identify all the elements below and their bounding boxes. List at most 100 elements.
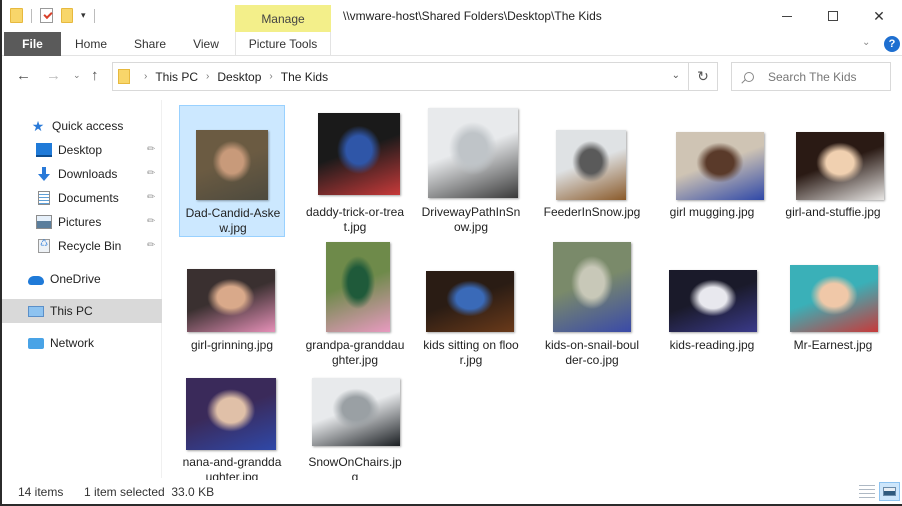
tab-file[interactable]: File <box>4 32 61 56</box>
breadcrumb-separator[interactable]: › <box>269 71 272 82</box>
close-icon: ✕ <box>873 7 885 24</box>
image-thumbnail <box>318 113 400 195</box>
folder-icon[interactable] <box>61 8 73 23</box>
file-item[interactable]: girl-grinning.jpg <box>179 240 285 372</box>
file-item[interactable]: grandpa-granddaughter.jpg <box>302 240 408 372</box>
forward-button[interactable]: → <box>46 67 61 84</box>
close-button[interactable]: ✕ <box>856 0 902 32</box>
sidebar-item-network[interactable]: Network <box>2 331 162 355</box>
tab-home[interactable]: Home <box>68 32 114 56</box>
file-name: Dad-Candid-Askew.jpg <box>185 206 281 235</box>
sidebar-item-this-pc[interactable]: This PC <box>2 299 162 323</box>
tab-picture-tools[interactable]: Picture Tools <box>235 32 331 56</box>
sidebar-item-label: Downloads <box>58 167 118 181</box>
customize-dropdown-icon[interactable]: ▾ <box>81 11 86 20</box>
file-name: girl-and-stuffie.jpg <box>785 205 881 219</box>
star-icon: ★ <box>31 118 45 134</box>
ribbon-tabs: File Home Share View Picture Tools ⌄ ? <box>2 32 902 56</box>
sidebar-item-label: Pictures <box>58 215 102 229</box>
sidebar-item-desktop[interactable]: Desktop ✏ <box>2 138 162 162</box>
breadcrumb-separator[interactable]: › <box>206 71 209 82</box>
breadcrumb-this-pc[interactable]: This PC <box>155 70 198 84</box>
network-icon <box>28 337 44 349</box>
sidebar-item-onedrive[interactable]: OneDrive <box>2 267 162 291</box>
file-item[interactable]: Mr-Earnest.jpg <box>780 240 886 372</box>
image-thumbnail <box>187 269 275 332</box>
file-item[interactable]: Dad-Candid-Askew.jpg <box>179 105 285 237</box>
file-name: daddy-trick-or-treat.jpg <box>305 205 405 234</box>
file-item[interactable]: kids-reading.jpg <box>659 240 765 372</box>
file-item[interactable]: nana-and-granddaughter.jpg <box>179 375 285 493</box>
search-placeholder: Search The Kids <box>768 69 857 84</box>
chevron-down-icon[interactable]: ⌄ <box>862 37 870 48</box>
sidebar-item-label: Network <box>50 336 95 350</box>
file-item[interactable]: daddy-trick-or-treat.jpg <box>302 105 408 237</box>
file-item[interactable]: DrivewayPathInSnow.jpg <box>418 105 524 237</box>
new-folder-icon[interactable] <box>10 8 23 23</box>
image-thumbnail <box>326 242 390 332</box>
navigation-pane: ★ Quick access Desktop ✏ Downloads ✏ Doc… <box>2 100 162 478</box>
sidebar-item-label: This PC <box>50 304 93 318</box>
computer-icon <box>28 305 44 317</box>
file-item[interactable]: kids-on-snail-boulder-co.jpg <box>539 240 645 372</box>
sidebar-item-label: Desktop <box>58 143 103 157</box>
large-icons-view-icon[interactable] <box>879 482 900 501</box>
sidebar-item-documents[interactable]: Documents ✏ <box>2 186 162 210</box>
minimize-button[interactable] <box>764 0 810 32</box>
sidebar-item-label: OneDrive <box>50 272 101 286</box>
download-icon <box>36 167 52 181</box>
pin-icon[interactable]: ✏ <box>147 192 155 203</box>
sidebar-item-pictures[interactable]: Pictures ✏ <box>2 210 162 234</box>
address-bar[interactable]: › This PC › Desktop › The Kids ⌄ <box>112 62 689 91</box>
up-button[interactable]: ↑ <box>91 67 99 84</box>
desktop-icon <box>36 143 52 157</box>
file-item[interactable]: SnowOnChairs.jpg <box>302 375 408 493</box>
file-name: DrivewayPathInSnow.jpg <box>421 205 521 234</box>
file-name: girl-grinning.jpg <box>190 338 274 352</box>
breadcrumb-the-kids[interactable]: The Kids <box>281 70 328 84</box>
sidebar-item-quick-access[interactable]: ★ Quick access <box>2 114 162 138</box>
status-bar: 14 items 1 item selected 33.0 KB <box>2 480 902 504</box>
sidebar-item-downloads[interactable]: Downloads ✏ <box>2 162 162 186</box>
file-item[interactable]: kids sitting on floor.jpg <box>418 240 524 372</box>
toolbar-separator <box>31 8 32 23</box>
recent-locations-button[interactable]: ⌄ <box>73 70 81 81</box>
file-item[interactable]: girl mugging.jpg <box>659 105 765 237</box>
maximize-button[interactable] <box>810 0 856 32</box>
address-dropdown-icon[interactable]: ⌄ <box>672 70 680 81</box>
tab-share[interactable]: Share <box>128 32 172 56</box>
file-name: Mr-Earnest.jpg <box>793 338 873 352</box>
sidebar-item-label: Documents <box>58 191 119 205</box>
image-thumbnail <box>669 270 757 332</box>
pictures-icon <box>36 215 52 229</box>
sidebar-item-label: Quick access <box>52 119 124 133</box>
folder-icon <box>118 69 130 84</box>
refresh-button[interactable]: ↻ <box>689 62 718 91</box>
pin-icon[interactable]: ✏ <box>147 216 155 227</box>
file-item[interactable]: girl-and-stuffie.jpg <box>780 105 886 237</box>
cloud-icon <box>28 276 44 285</box>
image-thumbnail <box>796 132 884 200</box>
pin-icon[interactable]: ✏ <box>147 144 155 155</box>
title-bar: ▾ Manage \\vmware-host\Shared Folders\De… <box>2 0 902 32</box>
back-button[interactable]: ← <box>16 67 31 84</box>
file-name: kids sitting on floor.jpg <box>423 338 519 367</box>
breadcrumb-separator: › <box>144 71 148 82</box>
pin-icon[interactable]: ✏ <box>147 240 155 251</box>
details-view-icon[interactable] <box>859 485 875 498</box>
properties-icon[interactable] <box>40 8 53 23</box>
sidebar-item-label: Recycle Bin <box>58 239 122 253</box>
tab-view[interactable]: View <box>186 32 226 56</box>
file-item[interactable]: FeederInSnow.jpg <box>539 105 645 237</box>
image-thumbnail <box>676 132 764 200</box>
file-explorer-window: ▾ Manage \\vmware-host\Shared Folders\De… <box>0 0 902 506</box>
pin-icon[interactable]: ✏ <box>147 168 155 179</box>
breadcrumb-desktop[interactable]: Desktop <box>217 70 261 84</box>
search-input[interactable]: Search The Kids <box>731 62 891 91</box>
manage-contextual-tab[interactable]: Manage <box>235 5 331 32</box>
recycle-bin-icon <box>38 238 50 253</box>
help-icon[interactable]: ? <box>884 36 900 52</box>
file-name: kids-on-snail-boulder-co.jpg <box>544 338 640 367</box>
sidebar-item-recycle-bin[interactable]: Recycle Bin ✏ <box>2 234 162 258</box>
documents-icon <box>38 191 50 205</box>
